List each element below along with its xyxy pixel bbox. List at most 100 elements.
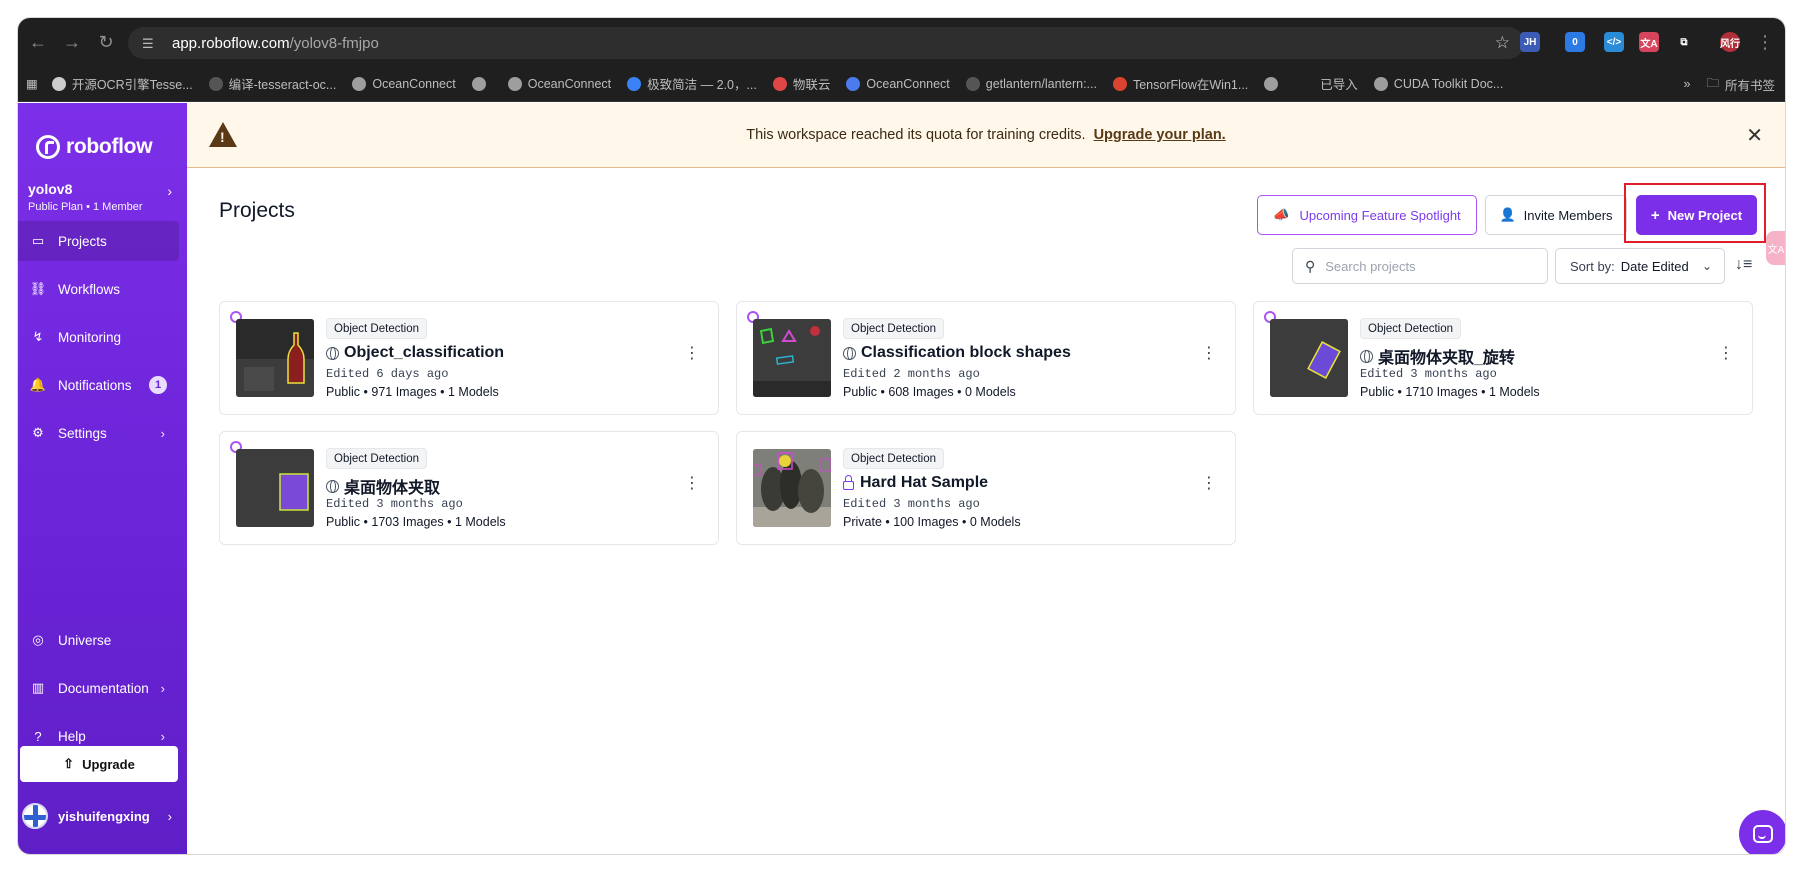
sidebar-item-universe[interactable]: ◎ Universe: [18, 620, 179, 660]
project-card[interactable]: Object Detection Hard Hat Sample Edited 3 …: [736, 431, 1236, 545]
forward-icon[interactable]: →: [58, 28, 86, 56]
bookmark-item[interactable]: 物联云: [772, 74, 830, 93]
sidebar-item-label: Documentation: [58, 680, 149, 696]
bookmark-item[interactable]: [471, 74, 492, 93]
sort-select[interactable]: Sort by: Date Edited ⌄: [1555, 248, 1725, 284]
bookmark-item[interactable]: 编译-tesseract-oc...: [208, 74, 336, 93]
code-extension-icon[interactable]: </>: [1604, 32, 1624, 52]
plus-icon: +: [1650, 206, 1660, 224]
project-card[interactable]: Object Detection 桌面物体夹取 Edited 3 months ag…: [219, 431, 719, 545]
user-menu[interactable]: yishuifengxing ›: [22, 796, 180, 836]
bookmark-item[interactable]: 已导入: [1300, 74, 1358, 93]
page-title: Projects: [219, 199, 295, 222]
reload-icon[interactable]: ↻: [92, 28, 120, 56]
overflow-chevron-icon[interactable]: »: [1684, 77, 1691, 91]
more-menu-icon[interactable]: ⋮: [1751, 28, 1779, 56]
back-icon[interactable]: ←: [24, 28, 52, 56]
project-name[interactable]: 桌面物体夹取_旋转: [1360, 344, 1515, 368]
roboflow-logo[interactable]: roboflow: [36, 135, 153, 159]
project-type-tag: Object Detection: [1360, 318, 1462, 339]
project-name[interactable]: Classification block shapes: [843, 344, 1071, 362]
bookmark-label: 极致简洁 — 2.0，...: [647, 78, 757, 92]
sidebar-item-label: Projects: [58, 233, 107, 249]
invite-members-label: Invite Members: [1523, 207, 1613, 223]
chevron-right-icon: ›: [167, 808, 172, 824]
invite-members-button[interactable]: 👤 Invite Members: [1485, 195, 1627, 235]
profile-avatar-icon[interactable]: 风行: [1720, 32, 1740, 52]
sidebar-item-workflows[interactable]: ⛓ Workflows: [18, 269, 179, 309]
gear-icon: ⚙: [32, 425, 44, 440]
puzzle-icon[interactable]: ⧉: [1674, 32, 1694, 52]
bookmark-star-icon[interactable]: ☆: [1495, 33, 1510, 53]
project-meta: Private • 100 Images • 0 Models: [843, 515, 1021, 529]
sidebar-item-projects[interactable]: ▭ Projects: [18, 221, 179, 261]
kebab-menu-icon[interactable]: ⋮: [1201, 476, 1217, 492]
project-name-text: 桌面物体夹取: [344, 480, 441, 497]
bookmark-item[interactable]: CUDA Toolkit Doc...: [1373, 74, 1504, 93]
upgrade-plan-link[interactable]: Upgrade your plan.: [1094, 127, 1226, 143]
bookmark-item[interactable]: [1264, 74, 1284, 93]
all-bookmarks-link[interactable]: 所有书签: [1725, 75, 1775, 94]
project-card[interactable]: Object Detection Object_classification Edi…: [219, 301, 719, 415]
workspace-name: yolov8: [28, 181, 73, 197]
site-settings-icon[interactable]: ☰: [142, 36, 160, 51]
kebab-menu-icon[interactable]: ⋮: [1718, 346, 1734, 362]
project-meta: Public • 1703 Images • 1 Models: [326, 515, 506, 529]
project-name[interactable]: Object_classification: [326, 344, 504, 362]
kebab-menu-icon[interactable]: ⋮: [684, 476, 700, 492]
translate-tab-icon[interactable]: 文A: [1766, 231, 1785, 265]
search-input[interactable]: ⚲ Search projects: [1292, 248, 1548, 284]
url-path: /yolov8-fmjpo: [289, 34, 379, 52]
upgrade-button[interactable]: ⇧ Upgrade: [20, 746, 178, 782]
workflows-icon: ⛓: [29, 281, 47, 296]
counter-extension-icon[interactable]: 0: [1565, 32, 1585, 52]
add-user-icon: 👤: [1499, 207, 1516, 222]
feature-spotlight-button[interactable]: 📣 Upcoming Feature Spotlight: [1257, 195, 1477, 235]
sidebar-item-notifications[interactable]: 🔔 Notifications 1: [18, 365, 179, 405]
book-icon: ▥: [31, 680, 45, 695]
project-edited: Edited 3 months ago: [843, 497, 980, 511]
sidebar-item-label: Help: [58, 728, 86, 744]
bookmark-label: OceanConnect: [866, 76, 950, 91]
jh-extension-icon[interactable]: JH: [1520, 32, 1540, 52]
sidebar-item-documentation[interactable]: ▥ Documentation ›: [18, 668, 179, 708]
sort-label: Sort by:: [1570, 258, 1615, 274]
projects-icon: ▭: [31, 233, 45, 248]
project-card[interactable]: Object Detection 桌面物体夹取_旋转 Edited 3 months…: [1253, 301, 1753, 415]
sidebar-item-settings[interactable]: ⚙ Settings ›: [18, 413, 179, 453]
kebab-menu-icon[interactable]: ⋮: [684, 346, 700, 362]
quota-banner: This workspace reached its quota for tra…: [187, 103, 1785, 168]
project-name[interactable]: Hard Hat Sample: [843, 474, 988, 492]
bookmark-label: 已导入: [1320, 78, 1358, 92]
bookmark-item[interactable]: OceanConnect: [352, 74, 456, 93]
sidebar-item-label: Notifications: [58, 377, 132, 393]
banner-message: This workspace reached its quota for tra…: [746, 127, 1086, 143]
project-name[interactable]: 桌面物体夹取: [326, 474, 440, 498]
project-thumbnail: [1270, 319, 1348, 397]
address-bar[interactable]: ☰ app.roboflow.com/yolov8-fmjpo ☆: [128, 27, 1524, 59]
bookmark-item[interactable]: 开源OCR引擎Tesse...: [51, 74, 193, 93]
apps-icon[interactable]: ▦: [26, 76, 38, 91]
sort-direction-icon[interactable]: ↓≡: [1735, 256, 1752, 274]
bookmark-item[interactable]: 极致简洁 — 2.0，...: [627, 74, 757, 93]
project-name-text: Hard Hat Sample: [860, 474, 989, 491]
sidebar-item-monitoring[interactable]: ↯ Monitoring: [18, 317, 179, 357]
help-icon: ?: [34, 728, 42, 744]
close-icon[interactable]: ✕: [1746, 123, 1763, 148]
kebab-menu-icon[interactable]: ⋮: [1201, 346, 1217, 362]
chat-support-button[interactable]: [1739, 810, 1785, 854]
globe-icon: [843, 346, 856, 360]
bookmark-label: TensorFlow在Win1...: [1132, 78, 1249, 92]
project-edited: Edited 6 days ago: [326, 367, 449, 381]
workspace-switcher[interactable]: yolov8 Public Plan • 1 Member ›: [28, 181, 178, 213]
bookmark-item[interactable]: getlantern/lantern:...: [965, 74, 1097, 93]
project-card[interactable]: Object Detection Classification block sha…: [736, 301, 1236, 415]
bookmark-label: CUDA Toolkit Doc...: [1393, 76, 1504, 91]
new-project-button[interactable]: + New Project: [1636, 195, 1757, 235]
bookmark-item[interactable]: OceanConnect: [507, 74, 611, 93]
bookmark-label: OceanConnect: [372, 76, 456, 91]
translate-extension-icon[interactable]: 文A: [1639, 32, 1659, 52]
bookmark-item[interactable]: TensorFlow在Win1...: [1112, 74, 1249, 93]
bookmark-favicon-icon: [208, 76, 223, 91]
bookmark-item[interactable]: OceanConnect: [846, 74, 950, 93]
